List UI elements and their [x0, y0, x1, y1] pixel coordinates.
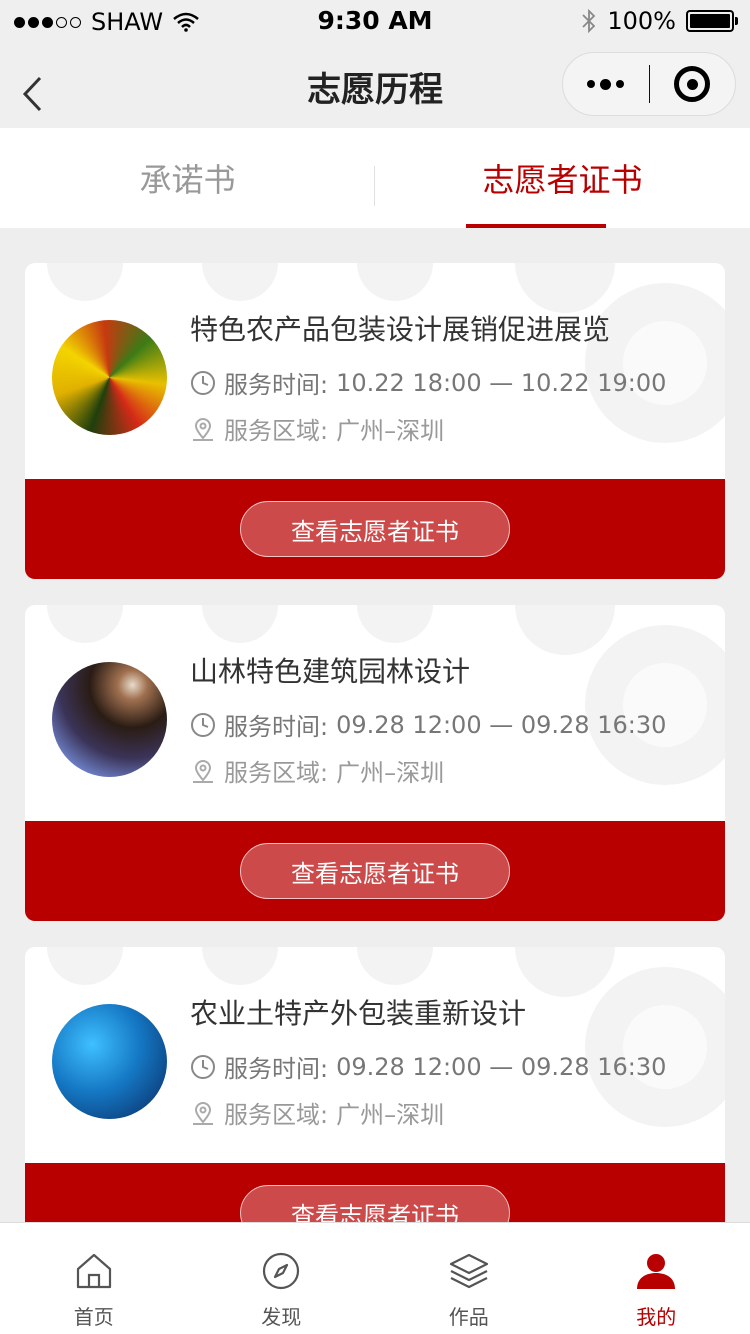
event-thumbnail	[52, 1004, 167, 1119]
battery-percent: 100%	[607, 7, 676, 35]
service-time-row: 服务时间: 09.28 12:00 — 09.28 16:30	[190, 707, 666, 742]
service-area-value: 广州–深圳	[336, 759, 445, 787]
tabbar-item-home[interactable]: 首页	[0, 1223, 188, 1334]
view-certificate-button[interactable]: 查看志愿者证书	[240, 843, 510, 899]
tabbar-item-works[interactable]: 作品	[375, 1223, 563, 1334]
event-thumbnail	[52, 662, 167, 777]
tabbar-item-discover[interactable]: 发现	[188, 1223, 376, 1334]
view-certificate-button[interactable]: 查看志愿者证书	[240, 501, 510, 557]
layers-icon	[449, 1253, 488, 1289]
service-area-label: 服务区域:	[224, 417, 329, 445]
service-time-value: 09.28 12:00 — 09.28 16:30	[336, 1052, 667, 1081]
location-pin-icon	[193, 417, 213, 441]
certificate-card: 农业土特产外包装重新设计 服务时间: 09.28 12:00 — 09.28 1…	[25, 947, 725, 1222]
card-footer: 查看志愿者证书	[25, 821, 725, 921]
view-certificate-button[interactable]: 查看志愿者证书	[240, 1185, 510, 1222]
clock-icon	[191, 370, 215, 395]
battery-icon	[686, 10, 738, 32]
service-time-value: 09.28 12:00 — 09.28 16:30	[336, 710, 667, 739]
location-pin-icon	[193, 759, 213, 783]
service-area-row: 服务区域: 广州–深圳	[190, 1095, 444, 1130]
service-time-label: 服务时间:	[224, 371, 329, 399]
compass-icon	[263, 1252, 300, 1290]
user-icon	[637, 1254, 676, 1289]
bottom-tab-bar: 首页 发现 作品 我的	[0, 1222, 750, 1334]
tab-strip: 承诺书 志愿者证书	[0, 128, 750, 228]
nav-bar: 志愿历程	[0, 44, 750, 128]
event-title: 农业土特产外包装重新设计	[190, 997, 527, 1030]
service-time-row: 服务时间: 10.22 18:00 — 10.22 19:00	[190, 365, 666, 400]
service-area-row: 服务区域: 广州–深圳	[190, 411, 444, 446]
certificate-card: 特色农产品包装设计展销促进展览 服务时间: 10.22 18:00 — 10.2…	[25, 263, 725, 579]
close-button[interactable]	[650, 53, 736, 115]
service-area-label: 服务区域:	[224, 1101, 329, 1129]
card-footer: 查看志愿者证书	[25, 1163, 725, 1222]
certificate-card: 山林特色建筑园林设计 服务时间: 09.28 12:00 — 09.28 16:…	[25, 605, 725, 921]
service-area-value: 广州–深圳	[336, 417, 445, 445]
clock-icon	[191, 712, 215, 737]
service-time-label: 服务时间:	[224, 713, 329, 741]
service-area-row: 服务区域: 广州–深圳	[190, 753, 444, 788]
event-thumbnail	[52, 320, 167, 435]
bluetooth-icon	[582, 9, 596, 33]
service-time-label: 服务时间:	[224, 1055, 329, 1083]
tabbar-label: 发现	[261, 1305, 302, 1329]
service-time-value: 10.22 18:00 — 10.22 19:00	[336, 368, 667, 397]
service-time-row: 服务时间: 09.28 12:00 — 09.28 16:30	[190, 1049, 666, 1084]
status-right: 100%	[581, 7, 738, 35]
service-area-label: 服务区域:	[224, 759, 329, 787]
clock-icon	[191, 1054, 215, 1079]
certificate-list: 特色农产品包装设计展销促进展览 服务时间: 10.22 18:00 — 10.2…	[0, 228, 750, 1222]
mini-program-capsule	[562, 52, 736, 116]
tab-certificate[interactable]: 志愿者证书	[375, 128, 750, 228]
more-button[interactable]	[563, 53, 649, 115]
event-title: 特色农产品包装设计展销促进展览	[190, 313, 611, 346]
tabbar-label: 首页	[73, 1305, 114, 1329]
location-pin-icon	[193, 1101, 213, 1125]
tab-commitment[interactable]: 承诺书	[0, 128, 375, 228]
service-area-value: 广州–深圳	[336, 1101, 445, 1129]
home-icon	[76, 1253, 111, 1289]
status-bar: SHAW 9:30 AM 100%	[0, 0, 750, 44]
target-icon	[674, 66, 711, 102]
card-footer: 查看志愿者证书	[25, 479, 725, 579]
more-dots-icon	[587, 80, 596, 88]
tabbar-label: 作品	[448, 1305, 489, 1329]
tabbar-item-mine[interactable]: 我的	[563, 1223, 750, 1334]
event-title: 山林特色建筑园林设计	[190, 655, 471, 688]
tabbar-label: 我的	[636, 1305, 677, 1329]
